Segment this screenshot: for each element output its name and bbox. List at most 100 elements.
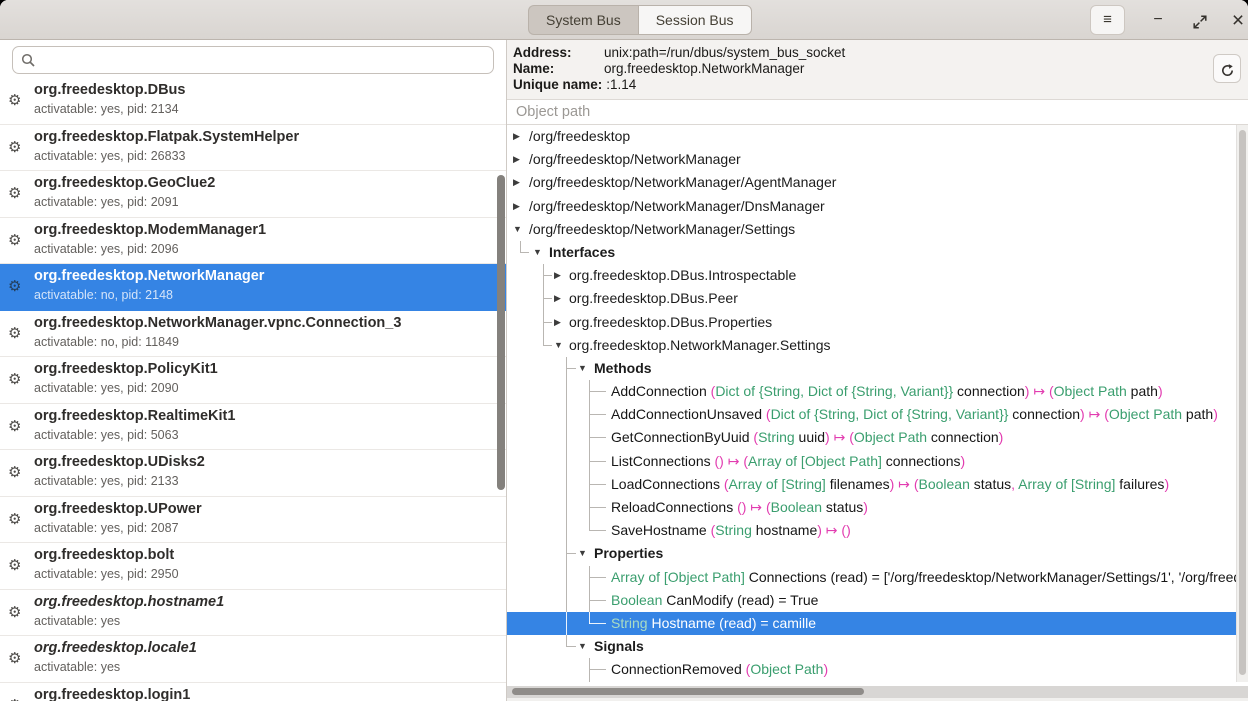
tree-row-path[interactable]: ▶/org/freedesktop/NetworkManager: [507, 148, 1237, 171]
tree-guide-line: [566, 553, 576, 554]
close-button[interactable]: ×: [1222, 5, 1248, 35]
tree-row-label: AddConnectionUnsaved (Dict of {String, D…: [611, 403, 1218, 426]
tree-vertical-scrollbar-thumb[interactable]: [1239, 130, 1246, 675]
service-row[interactable]: ⚙org.freedesktop.UDisks2activatable: yes…: [0, 450, 506, 497]
segment-name: SaveHostname: [611, 522, 711, 538]
tree-row-path[interactable]: ▶/org/freedesktop/NetworkManager/DnsMana…: [507, 195, 1237, 218]
service-row[interactable]: ⚙org.freedesktop.NetworkManager.vpnc.Con…: [0, 311, 506, 358]
tree-row-member[interactable]: AddConnectionUnsaved (Dict of {String, D…: [507, 403, 1237, 426]
segment-name: ListConnections: [611, 453, 715, 469]
tree-row-section[interactable]: ▼Methods: [507, 357, 1237, 380]
object-path-input[interactable]: [507, 100, 1227, 123]
tree-row-path[interactable]: ▶/org/freedesktop/NetworkManager/AgentMa…: [507, 171, 1237, 194]
service-name: org.freedesktop.PolicyKit1: [34, 361, 218, 377]
expander-open-icon[interactable]: ▼: [554, 334, 563, 357]
menu-button[interactable]: ≡: [1090, 5, 1125, 35]
tree-row-section[interactable]: ▼Signals: [507, 635, 1237, 658]
tree-guide-line: [589, 461, 606, 462]
service-row[interactable]: ⚙org.freedesktop.PolicyKit1activatable: …: [0, 357, 506, 404]
tab-session-bus[interactable]: Session Bus: [638, 5, 752, 35]
service-row[interactable]: ⚙org.freedesktop.DBusactivatable: yes, p…: [0, 78, 506, 125]
segment-plain: status: [822, 499, 863, 515]
segment-plain: connection: [1008, 406, 1080, 422]
service-row[interactable]: ⚙org.freedesktop.NetworkManageractivatab…: [0, 264, 506, 311]
service-name: org.freedesktop.ModemManager1: [34, 222, 266, 238]
tree-row-section[interactable]: ▼Interfaces: [507, 241, 1237, 264]
tree-row-member[interactable]: GetConnectionByUuid (String uuid) ↦ (Obj…: [507, 426, 1237, 449]
tab-system-bus[interactable]: System Bus: [528, 5, 638, 35]
segment-type: Boolean: [918, 476, 969, 492]
gear-icon: ⚙: [8, 277, 21, 295]
tree-row-member[interactable]: String Hostname (read) = camille: [507, 612, 1237, 635]
search-input[interactable]: [41, 48, 486, 72]
expander-open-icon[interactable]: ▼: [578, 635, 587, 658]
tree-row-member[interactable]: Array of [Object Path] Connections (read…: [507, 566, 1237, 589]
tree-row-iface[interactable]: ▼org.freedesktop.NetworkManager.Settings: [507, 334, 1237, 357]
tree-vertical-scrollbar[interactable]: [1236, 125, 1248, 682]
tree-row-member[interactable]: Boolean CanModify (read) = True: [507, 589, 1237, 612]
expander-closed-icon[interactable]: ▶: [554, 311, 561, 334]
segment-plain: CanModify (read) = True: [662, 592, 818, 608]
tree-row-member[interactable]: AddConnection (Dict of {String, Dict of …: [507, 380, 1237, 403]
segment-type: Object Path: [854, 429, 927, 445]
expander-closed-icon[interactable]: ▶: [554, 264, 561, 287]
tree-row-path[interactable]: ▶/org/freedesktop: [507, 125, 1237, 148]
tree-row-member[interactable]: SaveHostname (String hostname) ↦ (): [507, 519, 1237, 542]
gear-icon: ⚙: [8, 91, 21, 109]
segment-arrow: ↦: [1029, 383, 1049, 399]
segment-punct: (): [715, 453, 724, 469]
tree-row-member[interactable]: ListConnections () ↦ (Array of [Object P…: [507, 450, 1237, 473]
expander-closed-icon[interactable]: ▶: [513, 125, 520, 148]
service-name: org.freedesktop.DBus: [34, 82, 185, 98]
tree-row-member[interactable]: LoadConnections (Array of [String] filen…: [507, 473, 1237, 496]
titlebar[interactable]: System Bus Session Bus ≡ − ×: [0, 0, 1248, 40]
expander-open-icon[interactable]: ▼: [578, 542, 587, 565]
connection-info: Address:unix:path=/run/dbus/system_bus_s…: [507, 40, 1248, 100]
expander-closed-icon[interactable]: ▶: [554, 287, 561, 310]
tree-guide-line: [566, 496, 567, 519]
expander-closed-icon[interactable]: ▶: [513, 148, 520, 171]
tree-row-iface[interactable]: ▶org.freedesktop.DBus.Introspectable: [507, 264, 1237, 287]
sidebar-scrollbar[interactable]: [497, 175, 505, 490]
tree-row-member[interactable]: ReloadConnections () ↦ (Boolean status): [507, 496, 1237, 519]
tree-row-iface[interactable]: ▶org.freedesktop.DBus.Peer: [507, 287, 1237, 310]
tree-horizontal-scrollbar[interactable]: [507, 686, 1248, 698]
maximize-button[interactable]: [1184, 5, 1216, 35]
service-row[interactable]: ⚙org.freedesktop.RealtimeKit1activatable…: [0, 404, 506, 451]
service-row[interactable]: ⚙org.freedesktop.locale1activatable: yes: [0, 636, 506, 683]
tree-row-path[interactable]: ▼/org/freedesktop/NetworkManager/Setting…: [507, 218, 1237, 241]
tree-row-section[interactable]: ▼Properties: [507, 542, 1237, 565]
service-row[interactable]: ⚙org.freedesktop.Flatpak.SystemHelperact…: [0, 125, 506, 172]
service-row[interactable]: ⚙org.freedesktop.UPoweractivatable: yes,…: [0, 497, 506, 544]
segment-type: Array of [Object Path]: [748, 453, 882, 469]
tree-row-member[interactable]: ConnectionRemoved (Object Path): [507, 658, 1237, 681]
expander-closed-icon[interactable]: ▶: [513, 171, 520, 194]
expander-open-icon[interactable]: ▼: [533, 241, 542, 264]
search-box[interactable]: [12, 46, 494, 74]
service-detail: activatable: yes, pid: 5063: [34, 428, 179, 442]
expander-open-icon[interactable]: ▼: [578, 357, 587, 380]
tree-guide-line: [589, 414, 606, 415]
segment-type: Boolean: [611, 592, 662, 608]
tree-guide-line: [566, 519, 567, 542]
refresh-button[interactable]: [1213, 54, 1241, 83]
tree-row-label: ListConnections () ↦ (Array of [Object P…: [611, 450, 965, 473]
service-row[interactable]: ⚙org.freedesktop.hostname1activatable: y…: [0, 590, 506, 637]
tree-horizontal-scrollbar-thumb[interactable]: [512, 688, 864, 695]
segment-plain: status: [970, 476, 1011, 492]
service-row[interactable]: ⚙org.freedesktop.boltactivatable: yes, p…: [0, 543, 506, 590]
service-row[interactable]: ⚙org.freedesktop.login1: [0, 683, 506, 701]
service-row[interactable]: ⚙org.freedesktop.ModemManager1activatabl…: [0, 218, 506, 265]
tree-guide-line: [543, 345, 552, 346]
tree-guide-line: [543, 322, 552, 323]
tree-guide-line: [566, 566, 567, 589]
tree-row-label: Boolean CanModify (read) = True: [611, 589, 818, 612]
expander-closed-icon[interactable]: ▶: [513, 195, 520, 218]
expander-open-icon[interactable]: ▼: [513, 218, 522, 241]
tree-row-iface[interactable]: ▶org.freedesktop.DBus.Properties: [507, 311, 1237, 334]
segment-name: AddConnectionUnsaved: [611, 406, 766, 422]
tree-guide-line: [566, 368, 576, 369]
service-row[interactable]: ⚙org.freedesktop.GeoClue2activatable: ye…: [0, 171, 506, 218]
minimize-button[interactable]: −: [1142, 5, 1174, 35]
segment-type: String: [758, 429, 795, 445]
